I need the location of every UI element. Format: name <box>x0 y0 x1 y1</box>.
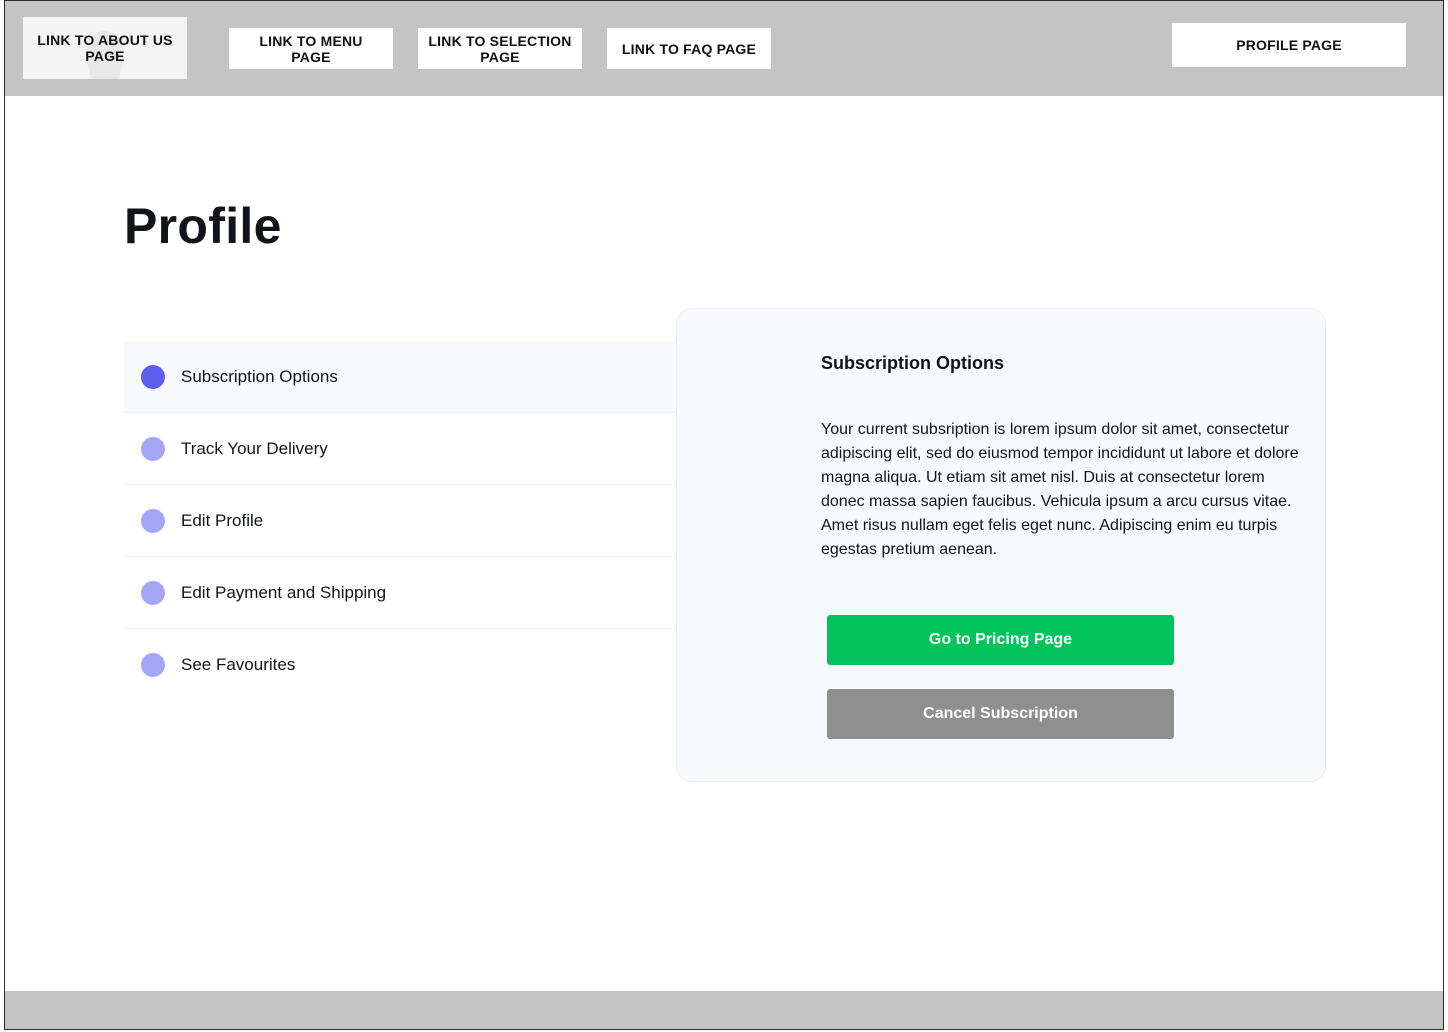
menu-page-link-label: LINK TO MENU PAGE <box>259 32 363 65</box>
circle-dot-icon <box>141 653 165 677</box>
cancel-subscription-button[interactable]: Cancel Subscription <box>827 689 1174 739</box>
go-to-pricing-button[interactable]: Go to Pricing Page <box>827 615 1174 665</box>
go-to-pricing-button-label: Go to Pricing Page <box>928 631 1073 648</box>
page-frame: LINK TO ABOUT US PAGE LINK TO MENU PAGE … <box>4 0 1444 1030</box>
menu-item-label: Edit Payment and Shipping <box>181 583 387 602</box>
circle-dot-icon <box>141 365 165 389</box>
profile-page-link-label: PROFILE PAGE <box>1236 37 1342 53</box>
page-title: Profile <box>124 198 282 254</box>
circle-dot-icon <box>141 437 165 461</box>
about-us-link[interactable]: LINK TO ABOUT US PAGE <box>23 17 187 79</box>
selection-page-link[interactable]: LINK TO SELECTION PAGE <box>418 28 582 69</box>
top-navigation-bar: LINK TO ABOUT US PAGE LINK TO MENU PAGE … <box>5 1 1443 96</box>
menu-item-label: Edit Profile <box>181 511 264 530</box>
menu-item-label: Subscription Options <box>181 367 338 386</box>
menu-item-track-delivery[interactable]: Track Your Delivery <box>124 413 765 485</box>
cancel-subscription-button-label: Cancel Subscription <box>923 705 1078 722</box>
subscription-options-panel: Subscription Options Your current subsri… <box>676 308 1326 782</box>
panel-description: Your current subsription is lorem ipsum … <box>821 421 1299 558</box>
circle-dot-icon <box>141 581 165 605</box>
profile-menu-list: Subscription Options Track Your Delivery… <box>124 341 765 701</box>
profile-page-link[interactable]: PROFILE PAGE <box>1172 23 1406 67</box>
faq-page-link[interactable]: LINK TO FAQ PAGE <box>607 28 771 69</box>
menu-item-edit-profile[interactable]: Edit Profile <box>124 485 765 557</box>
menu-item-label: See Favourites <box>181 655 296 674</box>
menu-item-label: Track Your Delivery <box>181 439 328 458</box>
panel-title: Subscription Options <box>821 353 1004 373</box>
menu-item-see-favourites[interactable]: See Favourites <box>124 629 765 701</box>
footer-bar <box>5 991 1443 1029</box>
faq-page-link-label: LINK TO FAQ PAGE <box>621 40 757 57</box>
menu-item-edit-payment-shipping[interactable]: Edit Payment and Shipping <box>124 557 765 629</box>
menu-page-link[interactable]: LINK TO MENU PAGE <box>229 28 393 69</box>
circle-dot-icon <box>141 509 165 533</box>
selection-page-link-label: LINK TO SELECTION PAGE <box>428 32 572 65</box>
about-us-link-label: LINK TO ABOUT US PAGE <box>37 32 173 64</box>
menu-item-subscription-options[interactable]: Subscription Options <box>124 341 765 413</box>
